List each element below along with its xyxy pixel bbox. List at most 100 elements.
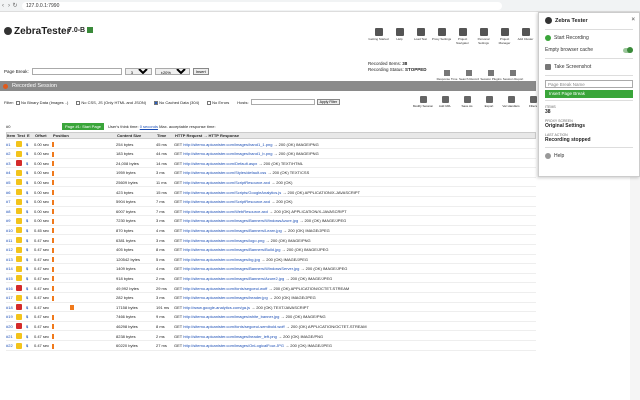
checkbox-icon[interactable] <box>154 100 159 105</box>
request-url-link[interactable]: http://sitemo.apicanister.com/images/Ban… <box>183 276 284 281</box>
table-row[interactable]: #11 $0.47 sec 6381 bytes 3 ms GET http://sit… <box>6 236 536 245</box>
session-tool-4[interactable]: Var Handlers <box>500 96 522 108</box>
checkbox-icon[interactable] <box>207 100 212 105</box>
item-link[interactable]: #9 <box>6 218 16 223</box>
item-link[interactable]: #11 <box>6 238 16 243</box>
request-url-link[interactable]: http://sitemo.apicanister.com/images/han… <box>183 151 272 156</box>
start-recording-button[interactable]: Start Recording <box>539 32 639 44</box>
think-time-link[interactable]: 0 seconds <box>140 124 158 129</box>
column-header[interactable]: E <box>27 133 35 138</box>
item-link[interactable]: #10 <box>6 228 16 233</box>
request-url-link[interactable]: http://sitemo.apicanister.com/images/Ban… <box>183 228 282 233</box>
project-manager-button[interactable]: Project Manager <box>494 28 515 50</box>
column-header[interactable]: Offset <box>35 133 53 138</box>
test-status-icon[interactable] <box>16 189 22 195</box>
request-url-link[interactable]: http://sitemo.apicanister.com/fonts/sego… <box>183 324 284 329</box>
hosts-input[interactable] <box>250 99 315 105</box>
checkbox-icon[interactable] <box>76 100 81 105</box>
column-header[interactable]: Item <box>7 133 17 138</box>
close-icon[interactable]: × <box>631 17 635 23</box>
request-url-link[interactable]: http://sitemo.apicanister.com/images/Ban… <box>183 218 298 223</box>
request-url-link[interactable]: http://sitemo.apicanister.com/images/OnL… <box>183 343 284 348</box>
table-row[interactable]: #12 $0.47 sec 405 bytes 8 ms GET http://site… <box>6 246 536 255</box>
filter-option-1[interactable]: No CSS, JS (Only HTML and JSON) <box>76 100 146 105</box>
column-header[interactable]: Position <box>53 133 117 138</box>
add-cluster-button[interactable]: Add Cluster <box>515 28 536 50</box>
table-row[interactable]: #13 $0.47 sec 120542 bytes 5 ms GET http://s… <box>6 255 536 265</box>
edit-icon[interactable]: $ <box>26 180 34 185</box>
item-link[interactable]: #20 <box>6 324 16 329</box>
request-url-link[interactable]: http://sitemo.apicanister.com/WebResourc… <box>183 209 268 214</box>
edit-icon[interactable]: $ <box>26 266 34 271</box>
table-row[interactable]: #20 $0.47 sec 46298 bytes 8 ms GET http://si… <box>6 322 536 332</box>
item-link[interactable]: #18 <box>6 305 16 310</box>
item-link[interactable]: #6 <box>6 190 16 195</box>
help-button[interactable]: Help <box>389 28 410 50</box>
help-button[interactable]: Help <box>539 150 639 162</box>
session-tool-3[interactable]: Export <box>478 96 500 108</box>
test-status-icon[interactable] <box>16 313 22 320</box>
test-status-icon[interactable] <box>16 237 22 243</box>
edit-icon[interactable]: $ <box>26 142 34 147</box>
test-status-icon[interactable] <box>16 256 22 263</box>
apply-filter-button[interactable]: Apply Filter <box>316 99 341 105</box>
item-link[interactable]: #22 <box>6 343 16 348</box>
edit-icon[interactable]: $ <box>26 228 34 233</box>
edit-icon[interactable]: $ <box>26 314 34 319</box>
page-break-input[interactable] <box>31 68 122 75</box>
page-break-name-input[interactable]: Page Break Name <box>545 80 633 88</box>
edit-icon[interactable]: $ <box>26 247 34 252</box>
table-row[interactable]: #14 $0.47 sec 1409 bytes 4 ms GET http://sit… <box>6 265 536 274</box>
request-url-link[interactable]: http://sitemo.apicanister.com/images/bg.… <box>183 257 260 262</box>
table-row[interactable]: #2 $0.00 sec 183 bytes 44 ms GET http://site… <box>6 150 536 159</box>
session-tool-0[interactable]: Modify Session <box>412 96 434 108</box>
empty-cache-toggle[interactable]: Empty browser cache <box>539 44 639 56</box>
edit-icon[interactable]: $ <box>26 324 34 329</box>
test-status-icon[interactable] <box>16 304 22 311</box>
item-link[interactable]: #19 <box>6 314 16 319</box>
session-tool-2[interactable]: Save As <box>456 96 478 108</box>
request-url-link[interactable]: http://sitemo.apicanister.com/Styles/def… <box>183 170 266 175</box>
item-link[interactable]: #2 <box>6 151 16 156</box>
table-row[interactable]: #6 $0.00 sec 423 bytes 15 ms GET http://site… <box>6 188 536 197</box>
item-link[interactable]: #8 <box>6 209 16 214</box>
item-link[interactable]: #16 <box>6 286 16 291</box>
item-link[interactable]: #3 <box>6 161 16 166</box>
item-link[interactable]: #14 <box>6 266 16 271</box>
reload-icon[interactable]: ↻ <box>12 2 18 9</box>
request-url-link[interactable]: http://sitemo.apicanister.com/images/Ban… <box>183 266 299 271</box>
item-link[interactable]: #5 <box>6 180 16 185</box>
item-link[interactable]: #13 <box>6 257 16 262</box>
item-link[interactable]: #15 <box>6 276 16 281</box>
edit-icon[interactable]: $ <box>26 343 34 348</box>
test-status-icon[interactable] <box>16 227 22 234</box>
test-status-icon[interactable] <box>16 323 22 330</box>
table-row[interactable]: #7 $0.00 sec 5904 bytes 7 ms GET http://site… <box>6 198 536 207</box>
test-status-icon[interactable] <box>16 150 22 157</box>
request-url-link[interactable]: http://sitemo.apicanister.com/fonts/sego… <box>183 286 267 291</box>
test-status-icon[interactable] <box>16 217 22 224</box>
request-url-link[interactable]: http://sitemo.apicanister.com/images/hea… <box>183 334 277 339</box>
edit-icon[interactable]: $ <box>26 151 34 156</box>
table-row[interactable]: #4 $0.00 sec 1959 bytes 3 ms GET http://site… <box>6 169 536 178</box>
table-row[interactable]: #1 $0.00 sec 254 bytes 45 ms GET http://site… <box>6 140 536 149</box>
table-row[interactable]: #19 $0.47 sec 7466 bytes 9 ms GET http://sit… <box>6 313 536 322</box>
page-break-tolerance[interactable]: ±20% <box>154 68 190 75</box>
item-link[interactable]: #12 <box>6 247 16 252</box>
test-status-icon[interactable] <box>16 160 22 167</box>
request-url-link[interactable]: http://sitemo.apicanister.com/ScriptReso… <box>183 180 270 185</box>
getting-started-button[interactable]: Getting Started <box>368 28 389 50</box>
page-break-number[interactable]: 3 <box>124 68 152 75</box>
item-link[interactable]: #4 <box>6 170 16 175</box>
test-status-icon[interactable] <box>16 169 22 176</box>
column-header[interactable]: HTTP Request → HTTP Response <box>175 133 535 138</box>
item-link[interactable]: #21 <box>6 334 16 339</box>
request-url-link[interactable]: http://sitemo.apicanister.com/images/whi… <box>183 314 279 319</box>
column-header[interactable]: Content Size <box>117 133 157 138</box>
edit-icon[interactable]: $ <box>26 305 34 310</box>
edit-icon[interactable]: $ <box>26 334 34 339</box>
table-row[interactable]: #8 $0.00 sec 6007 bytes 7 ms GET http://site… <box>6 207 536 217</box>
item-link[interactable]: #1 <box>6 142 16 147</box>
test-status-icon[interactable] <box>16 208 22 215</box>
insert-button[interactable]: Insert <box>192 68 209 75</box>
